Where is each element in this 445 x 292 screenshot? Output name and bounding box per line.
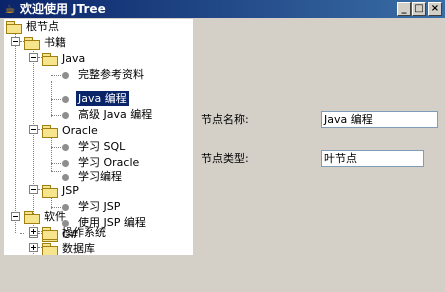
title-bar[interactable]: ☕ 欢迎使用 JTree _ □ ×: [0, 0, 445, 18]
minimize-button[interactable]: _: [397, 2, 411, 16]
maximize-button[interactable]: □: [412, 2, 426, 16]
node-name-label: 节点名称:: [201, 113, 249, 126]
folder-closed-icon: [42, 227, 58, 240]
close-button[interactable]: ×: [428, 2, 442, 16]
tree-node-label: 操作系统: [62, 226, 106, 239]
node-type-field[interactable]: 叶节点: [321, 150, 424, 167]
collapse-toggle-icon[interactable]: [11, 212, 20, 221]
expand-toggle-icon[interactable]: [29, 243, 38, 252]
tree-software: 软件 操作系统 数据库: [4, 19, 193, 255]
node-name-field[interactable]: Java 编程: [321, 111, 438, 128]
tree-node-label: 数据库: [62, 242, 95, 255]
expand-toggle-icon[interactable]: [29, 227, 38, 236]
node-type-label: 节点类型:: [201, 152, 249, 165]
window-title: 欢迎使用 JTree: [20, 2, 106, 16]
tree-node-label: 软件: [44, 210, 66, 223]
folder-closed-icon: [42, 243, 58, 255]
java-app-icon: ☕: [4, 2, 16, 16]
folder-open-icon: [24, 211, 40, 224]
